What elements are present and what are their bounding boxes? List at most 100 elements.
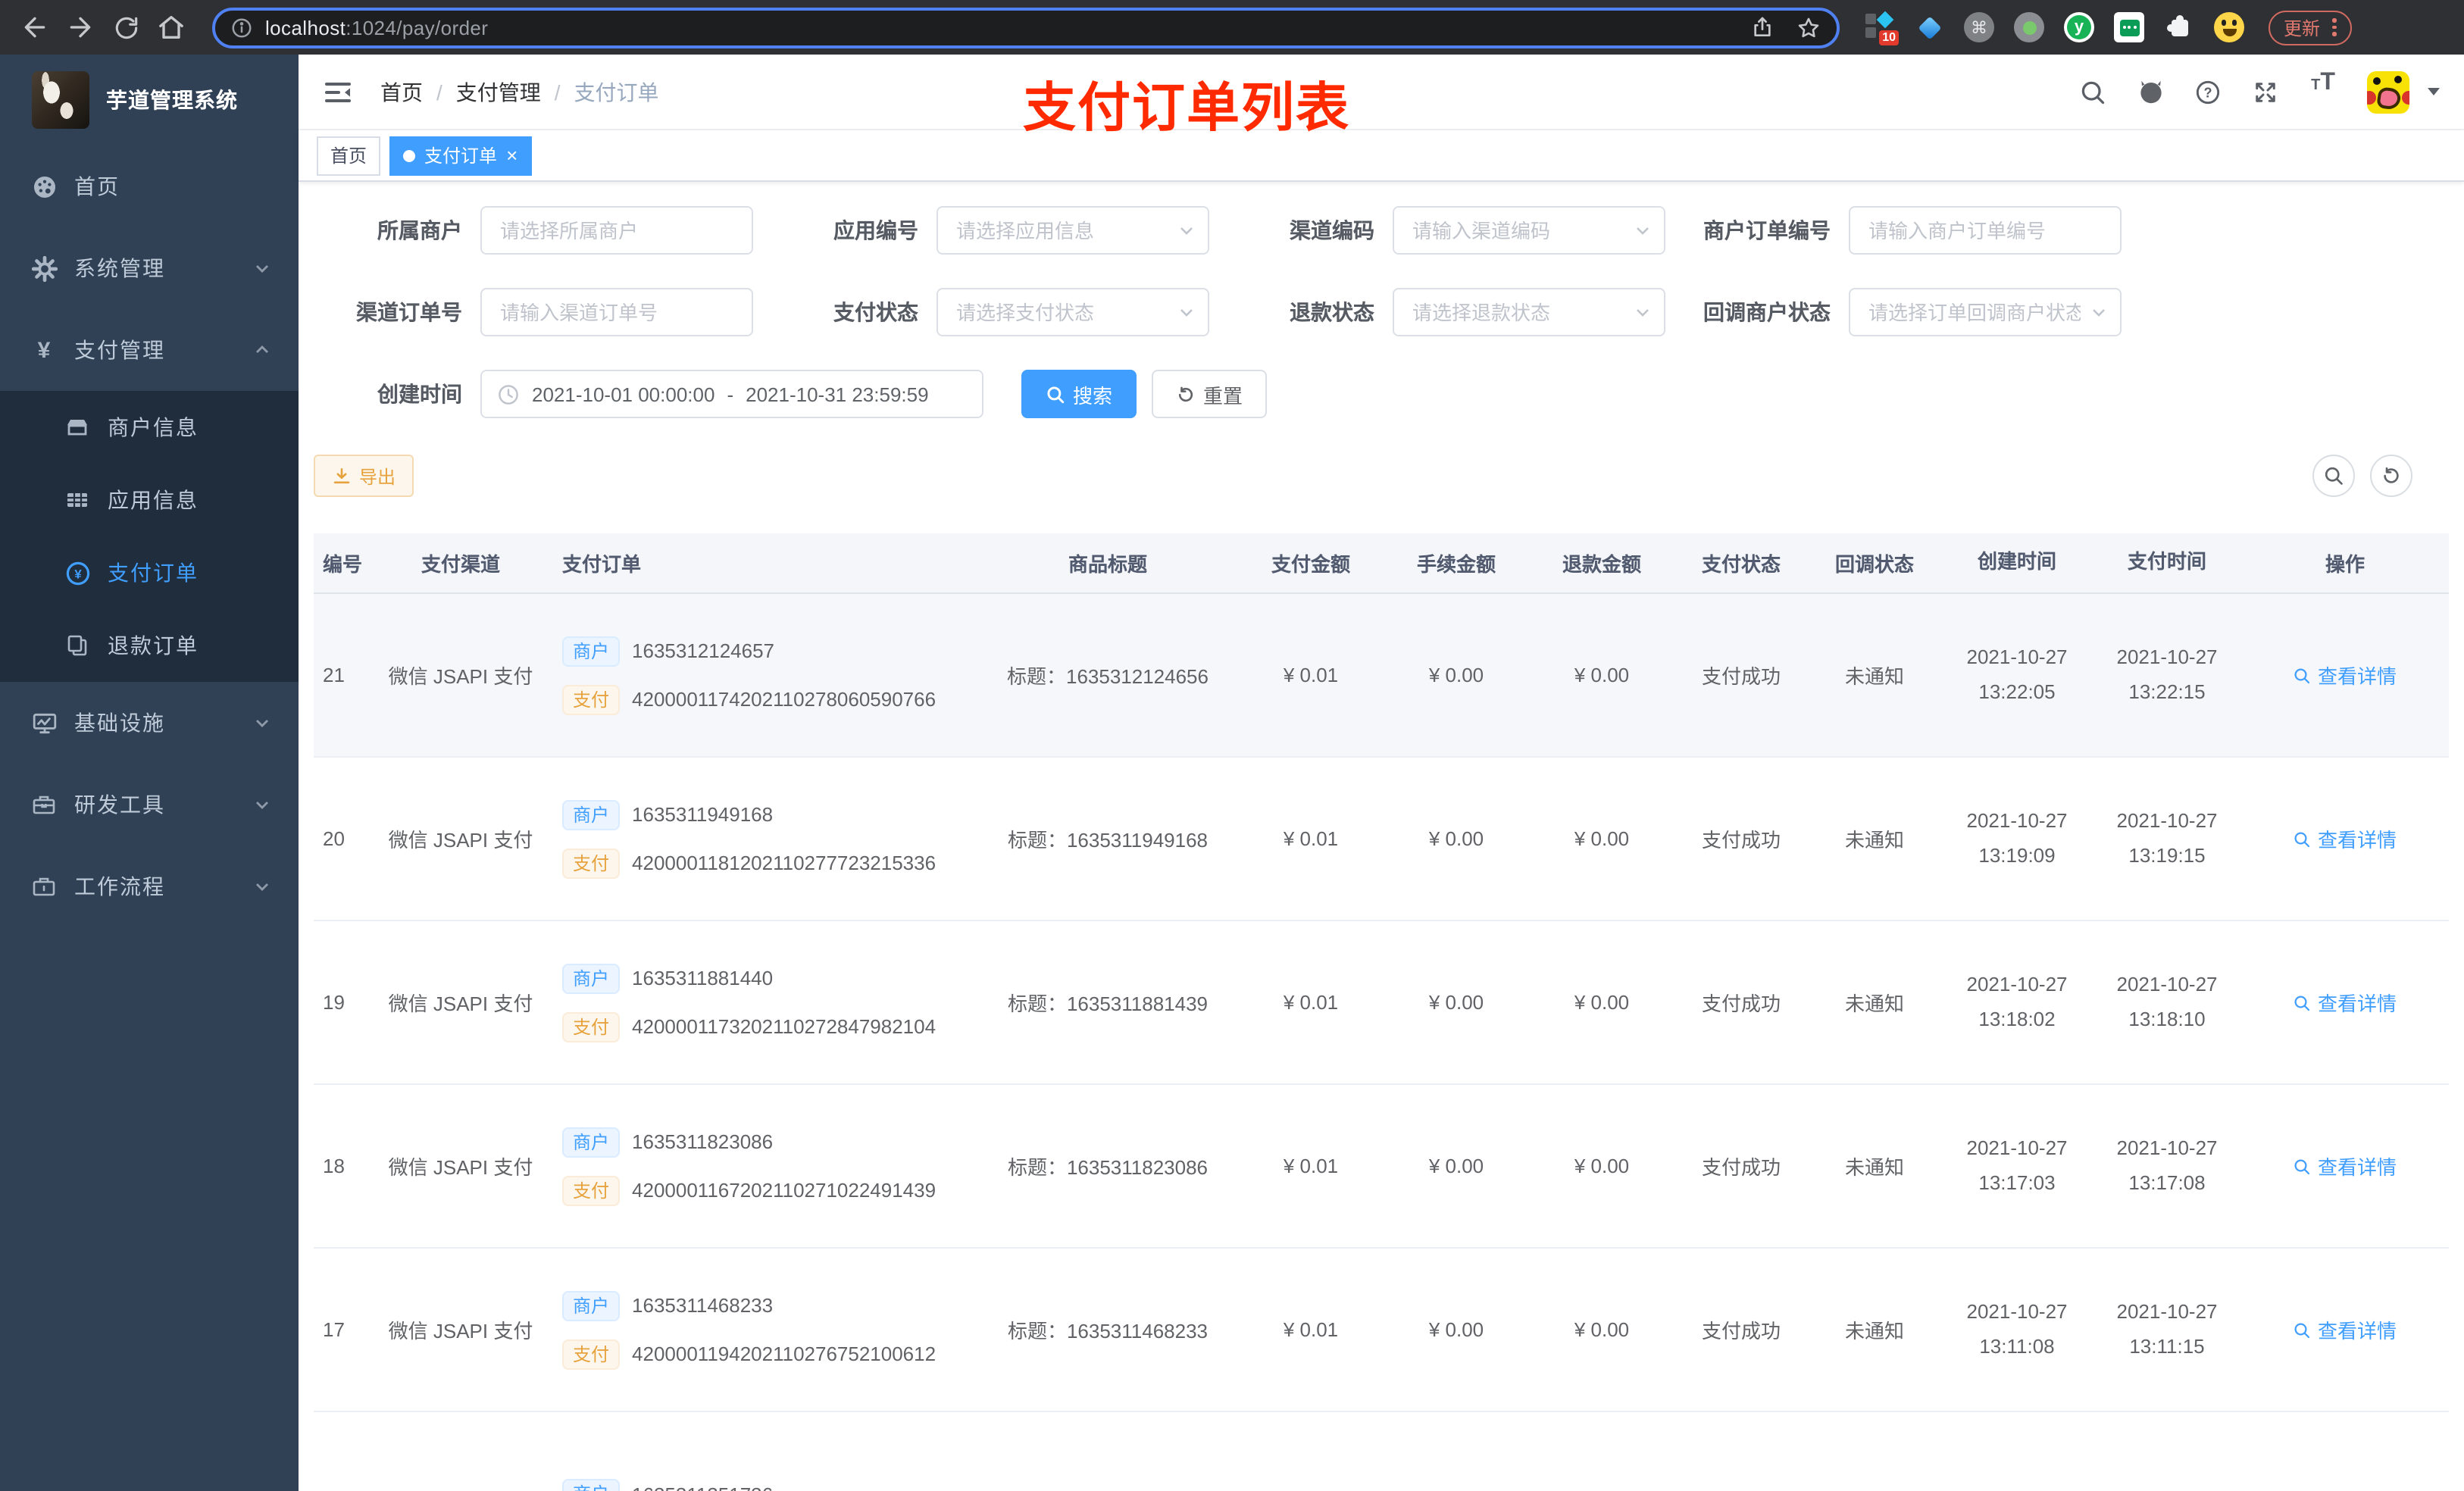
fullscreen-icon[interactable] bbox=[2243, 69, 2288, 114]
reload-icon[interactable] bbox=[106, 8, 145, 47]
toggle-search-icon[interactable] bbox=[2312, 455, 2355, 497]
sidebar-item-system[interactable]: 系统管理 bbox=[0, 227, 299, 309]
extension-kite-icon[interactable] bbox=[1914, 12, 1944, 42]
extension-chat-icon[interactable] bbox=[2114, 12, 2144, 42]
chevron-down-icon bbox=[1634, 303, 1652, 321]
sidebar-item-home[interactable]: 首页 bbox=[0, 145, 299, 227]
sidebar-item-pay-order[interactable]: ¥ 支付订单 bbox=[0, 536, 299, 609]
user-avatar[interactable] bbox=[2367, 70, 2409, 113]
sidebar-item-refund-order[interactable]: 退款订单 bbox=[0, 609, 299, 682]
create-time-label: 创建时间 bbox=[377, 382, 462, 406]
home-icon[interactable] bbox=[152, 8, 191, 47]
table-row: 17 微信 JSAPI 支付 商户 1635311468233 支付 4200001… bbox=[314, 1249, 2449, 1412]
channel-code-label: 渠道编码 bbox=[1290, 218, 1374, 242]
toolbox-icon bbox=[30, 792, 58, 817]
refund-status-label: 退款状态 bbox=[1290, 300, 1374, 324]
tab-pay-order[interactable]: 支付订单 × bbox=[389, 136, 532, 175]
table-header: 编号 支付渠道 支付订单 商品标题 支付金额 手续金额 退款金额 支付状态 回调… bbox=[314, 533, 2449, 594]
sidebar-item-infrastructure[interactable]: 基础设施 bbox=[0, 682, 299, 764]
view-detail-link[interactable]: 查看详情 bbox=[2294, 1152, 2397, 1180]
search-icon[interactable] bbox=[2070, 69, 2115, 114]
refund-status-select[interactable] bbox=[1393, 288, 1665, 336]
merchant-tag: 商户 bbox=[562, 1290, 621, 1321]
browser-update-button[interactable]: 更新 bbox=[2269, 10, 2352, 45]
reset-button[interactable]: 重置 bbox=[1152, 370, 1268, 418]
sidebar-item-merchant-info[interactable]: 商户信息 bbox=[0, 391, 299, 464]
github-icon[interactable] bbox=[2128, 69, 2173, 114]
view-detail-link[interactable]: 查看详情 bbox=[2294, 1315, 2397, 1344]
grid-icon bbox=[64, 488, 91, 512]
site-info-icon[interactable] bbox=[230, 16, 253, 39]
pay-tag: 支付 bbox=[562, 1011, 621, 1042]
view-detail-link[interactable]: 查看详情 bbox=[2294, 661, 2397, 689]
tab-close-icon[interactable]: × bbox=[506, 145, 518, 165]
pay-order-table: 编号 支付渠道 支付订单 商品标题 支付金额 手续金额 退款金额 支付状态 回调… bbox=[314, 533, 2449, 1491]
sidebar-menu: 首页 系统管理 ¥ 支付管理 商户信息 应用信息 ¥ 支付订单 退款订单 基础设… bbox=[0, 145, 299, 1491]
table-toolbar: 导出 bbox=[314, 455, 2449, 497]
font-size-icon[interactable]: TT bbox=[2300, 69, 2346, 114]
sidebar-collapse-icon[interactable] bbox=[323, 77, 353, 107]
briefcase-icon bbox=[30, 874, 58, 899]
forward-icon[interactable] bbox=[61, 8, 100, 47]
channel-order-no-input[interactable] bbox=[480, 288, 753, 336]
search-button[interactable]: 搜索 bbox=[1021, 370, 1137, 418]
extensions-puzzle-icon[interactable] bbox=[2164, 12, 2194, 42]
app-select[interactable] bbox=[937, 206, 1209, 255]
merchant-input[interactable] bbox=[480, 206, 753, 255]
callback-status-label: 回调商户状态 bbox=[1703, 300, 1831, 324]
pay-status-select[interactable] bbox=[937, 288, 1209, 336]
extension-emoji-icon[interactable] bbox=[2214, 12, 2244, 42]
extension-dot-icon[interactable] bbox=[2014, 12, 2044, 42]
table-row: 18 微信 JSAPI 支付 商户 1635311823086 支付 4200001… bbox=[314, 1085, 2449, 1249]
pay-order-cell: 商户1635311351736 bbox=[553, 1479, 977, 1491]
merchant-order-no-input[interactable] bbox=[1849, 206, 2122, 255]
sidebar-item-dev-tools[interactable]: 研发工具 bbox=[0, 764, 299, 846]
sidebar-item-workflow[interactable]: 工作流程 bbox=[0, 846, 299, 927]
merchant-label: 所属商户 bbox=[377, 218, 462, 242]
extension-y-icon[interactable]: y bbox=[2064, 12, 2094, 42]
share-icon[interactable] bbox=[1750, 15, 1775, 39]
refresh-icon[interactable] bbox=[2370, 455, 2412, 497]
sidebar-item-pay-management[interactable]: ¥ 支付管理 bbox=[0, 309, 299, 391]
url-bar[interactable]: localhost:1024/pay/order bbox=[212, 7, 1840, 48]
sidebar-item-app-info[interactable]: 应用信息 bbox=[0, 464, 299, 536]
tab-home[interactable]: 首页 bbox=[317, 136, 381, 175]
dashboard-icon bbox=[30, 173, 58, 199]
breadcrumb-pay-management[interactable]: 支付管理 bbox=[456, 77, 541, 107]
back-icon[interactable] bbox=[15, 8, 55, 47]
sidebar-submenu-pay: 商户信息 应用信息 ¥ 支付订单 退款订单 bbox=[0, 391, 299, 682]
chevron-down-icon bbox=[253, 259, 271, 277]
logo-avatar bbox=[32, 71, 89, 129]
app-label: 应用编号 bbox=[833, 218, 918, 242]
pay-status-label: 支付状态 bbox=[833, 300, 918, 324]
avatar-caret-icon[interactable] bbox=[2428, 88, 2440, 95]
pay-order-cell: 商户 1635311823086 支付 4200001167202110271022… bbox=[553, 1127, 977, 1205]
svg-text:?: ? bbox=[2204, 84, 2212, 99]
merchant-order-no-label: 商户订单编号 bbox=[1703, 218, 1831, 242]
bookmark-star-icon[interactable] bbox=[1796, 14, 1821, 40]
pay-tag: 支付 bbox=[562, 684, 621, 714]
clock-icon bbox=[497, 383, 520, 405]
chevron-down-icon bbox=[1177, 221, 1196, 239]
channel-code-select[interactable] bbox=[1393, 206, 1665, 255]
extension-tampermonkey-icon[interactable]: 10 bbox=[1864, 11, 1899, 45]
view-detail-link[interactable]: 查看详情 bbox=[2294, 824, 2397, 853]
browser-menu-icon[interactable] bbox=[2332, 18, 2337, 36]
search-form: 所属商户 应用编号 渠道编码 商户订单编号 bbox=[314, 182, 2449, 418]
view-detail-link[interactable]: 查看详情 bbox=[2294, 988, 2397, 1017]
table-row: 20 微信 JSAPI 支付 商户 1635311949168 支付 4200001… bbox=[314, 758, 2449, 921]
callback-status-select[interactable] bbox=[1849, 288, 2122, 336]
export-button[interactable]: 导出 bbox=[314, 455, 414, 497]
breadcrumb-home[interactable]: 首页 bbox=[380, 77, 423, 107]
merchant-tag: 商户 bbox=[562, 636, 621, 666]
sidebar: 芋道管理系统 首页 系统管理 ¥ 支付管理 商户信息 应用信息 ¥ 支付订单 退… bbox=[0, 55, 299, 1491]
active-tab-dot bbox=[403, 149, 416, 161]
pay-tag: 支付 bbox=[562, 1175, 621, 1205]
help-icon[interactable]: ? bbox=[2185, 69, 2231, 114]
table-row: 19 微信 JSAPI 支付 商户 1635311881440 支付 4200001… bbox=[314, 921, 2449, 1085]
extension-command-icon[interactable]: ⌘ bbox=[1964, 12, 1994, 42]
create-time-range-picker[interactable]: 2021-10-01 00:00:00 - 2021-10-31 23:59:5… bbox=[480, 370, 983, 418]
pay-order-cell: 商户 1635311881440 支付 4200001173202110272847… bbox=[553, 963, 977, 1042]
top-navbar: 首页 / 支付管理 / 支付订单 ? TT bbox=[299, 55, 2464, 130]
range-start: 2021-10-01 00:00:00 bbox=[532, 383, 715, 405]
